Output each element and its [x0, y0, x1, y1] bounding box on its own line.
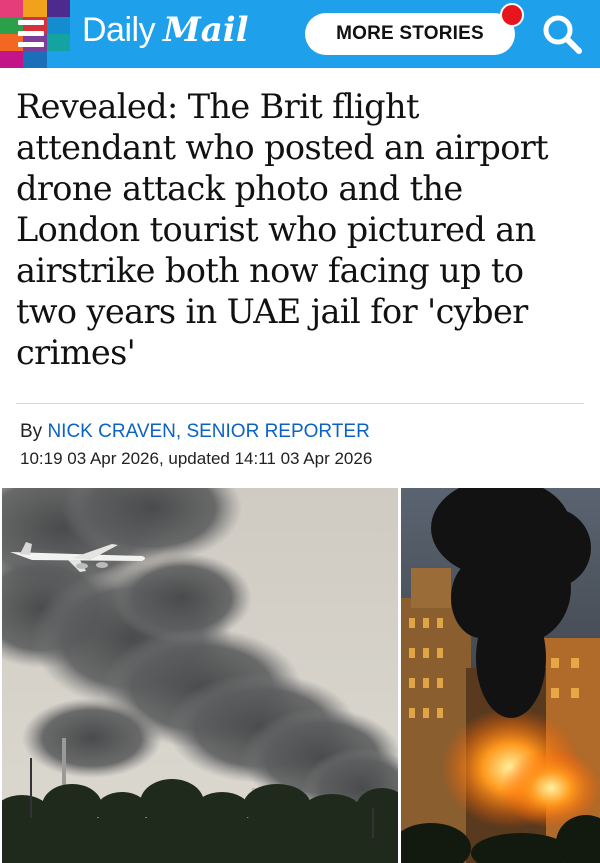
logo-word-daily: Daily	[82, 11, 156, 49]
byline-prefix: By	[20, 421, 48, 442]
headline-line: Revealed: The Brit flight	[16, 87, 419, 126]
byline: By NICK CRAVEN, SENIOR REPORTER	[20, 421, 370, 443]
headline-line: two years in UAE jail for 'cyber	[16, 292, 528, 331]
headline-line: crimes'	[16, 333, 136, 372]
article-photo-airport-smoke[interactable]	[2, 488, 398, 863]
headline-line: attendant who posted an airport	[16, 128, 549, 167]
more-stories-button[interactable]: MORE STORIES	[305, 13, 515, 55]
menu-button[interactable]	[0, 0, 70, 68]
top-bar: Daily Mail MORE STORIES	[0, 0, 600, 68]
site-logo[interactable]: Daily Mail	[82, 10, 249, 58]
notification-dot	[500, 3, 524, 27]
author-link[interactable]: NICK CRAVEN, SENIOR REPORTER	[47, 421, 369, 442]
divider	[16, 403, 584, 404]
headline-line: airstrike both now facing up to	[16, 251, 524, 290]
logo-word-mail: Mail	[163, 10, 249, 50]
article-photo-building-fire[interactable]	[401, 488, 600, 863]
article-headline: Revealed: The Brit flight attendant who …	[16, 86, 586, 373]
headline-line: London tourist who pictured an	[16, 210, 536, 249]
menu-icon	[18, 20, 44, 48]
search-icon[interactable]	[540, 12, 584, 56]
publish-dateline: 10:19 03 Apr 2026, updated 14:11 03 Apr …	[20, 449, 373, 468]
headline-line: drone attack photo and the	[16, 169, 463, 208]
